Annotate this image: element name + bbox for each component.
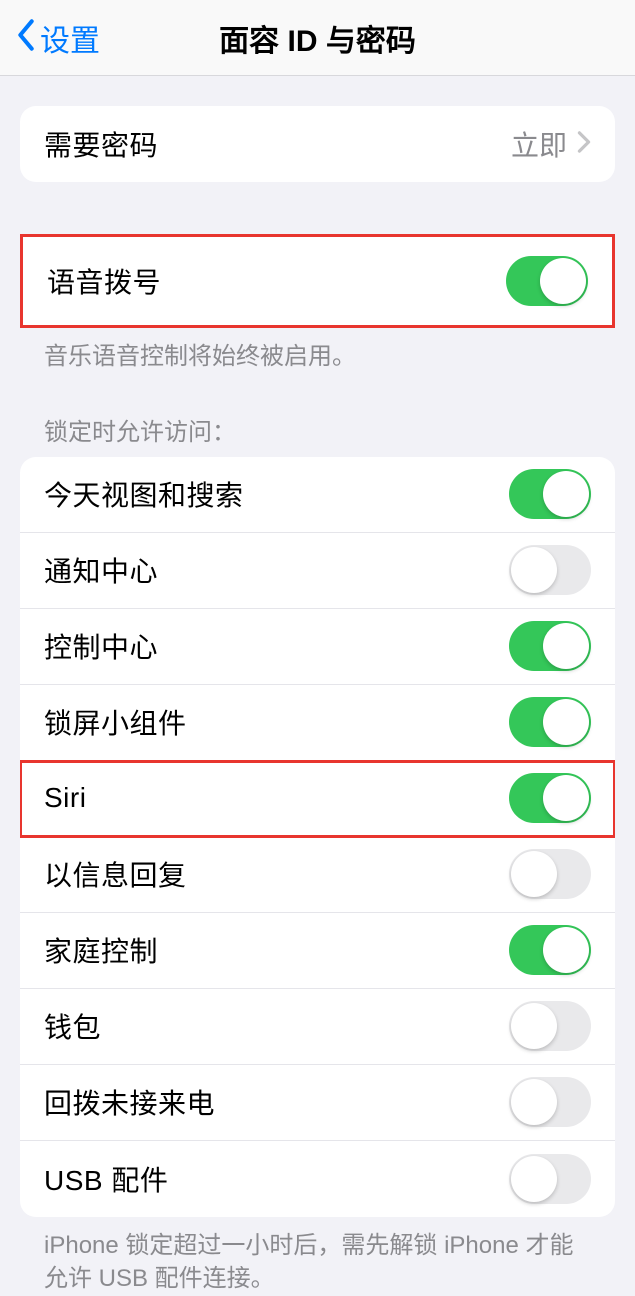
allow-access-toggle[interactable]	[509, 1154, 591, 1204]
voice-dial-section: 语音拨号	[20, 234, 615, 328]
allow-access-row: 回拨未接来电	[20, 1065, 615, 1141]
voice-dial-toggle[interactable]	[506, 256, 588, 306]
toggle-knob	[511, 1079, 557, 1125]
allow-access-label: 以信息回复	[44, 854, 187, 894]
voice-dial-label: 语音拨号	[47, 261, 161, 301]
allow-access-label: 锁屏小组件	[44, 702, 187, 742]
allow-access-toggle[interactable]	[509, 621, 591, 671]
allow-access-toggle[interactable]	[509, 925, 591, 975]
allow-access-toggle[interactable]	[509, 545, 591, 595]
toggle-knob	[511, 547, 557, 593]
page-title: 面容 ID 与密码	[219, 16, 416, 60]
allow-access-row: 今天视图和搜索	[20, 457, 615, 533]
allow-access-label: 通知中心	[44, 550, 158, 590]
allow-access-row: 锁屏小组件	[20, 685, 615, 761]
back-button[interactable]: 设置	[16, 16, 100, 60]
toggle-knob	[543, 623, 589, 669]
allow-access-toggle[interactable]	[509, 849, 591, 899]
allow-access-label: 钱包	[44, 1006, 101, 1046]
allow-access-label: 控制中心	[44, 626, 158, 666]
allow-access-row: 以信息回复	[20, 837, 615, 913]
require-passcode-section: 需要密码 立即	[20, 106, 615, 182]
toggle-knob	[543, 699, 589, 745]
allow-access-toggle[interactable]	[509, 1001, 591, 1051]
chevron-left-icon	[16, 18, 36, 58]
allow-access-toggle[interactable]	[509, 1077, 591, 1127]
voice-dial-footer: 音乐语音控制将始终被启用。	[20, 328, 615, 374]
toggle-knob	[511, 1156, 557, 1202]
allow-access-toggle[interactable]	[509, 697, 591, 747]
allow-access-label: USB 配件	[44, 1159, 168, 1199]
voice-dial-row: 语音拨号	[23, 237, 612, 325]
toggle-knob	[543, 775, 589, 821]
allow-access-row: 钱包	[20, 989, 615, 1065]
toggle-knob	[543, 927, 589, 973]
row-value-wrap: 立即	[511, 124, 591, 164]
toggle-knob	[540, 258, 586, 304]
allow-access-row: USB 配件	[20, 1141, 615, 1217]
allow-access-row: 家庭控制	[20, 913, 615, 989]
content: 需要密码 立即 语音拨号 音乐语音控制将始终被启用。 锁定时允许访问： 今天视图…	[0, 106, 635, 1296]
allow-access-label: 家庭控制	[44, 930, 158, 970]
toggle-knob	[511, 1003, 557, 1049]
allow-access-row: 通知中心	[20, 533, 615, 609]
toggle-knob	[511, 851, 557, 897]
allow-access-header: 锁定时允许访问：	[20, 374, 615, 457]
allow-access-row: Siri	[20, 761, 615, 837]
chevron-right-icon	[577, 131, 591, 158]
allow-access-label: 今天视图和搜索	[44, 474, 244, 514]
usb-footer: iPhone 锁定超过一小时后，需先解锁 iPhone 才能允许 USB 配件连…	[20, 1217, 615, 1296]
require-passcode-value: 立即	[511, 124, 567, 164]
allow-access-toggle[interactable]	[509, 469, 591, 519]
require-passcode-label: 需要密码	[44, 124, 158, 164]
navbar: 设置 面容 ID 与密码	[0, 0, 635, 76]
allow-access-list: 今天视图和搜索通知中心控制中心锁屏小组件 Siri 以信息回复家庭控制钱包回拨未接来…	[20, 457, 615, 1217]
toggle-knob	[543, 471, 589, 517]
back-label: 设置	[40, 16, 100, 60]
require-passcode-row[interactable]: 需要密码 立即	[20, 106, 615, 182]
allow-access-label: 回拨未接来电	[44, 1082, 215, 1122]
allow-access-row: 控制中心	[20, 609, 615, 685]
allow-access-toggle[interactable]	[509, 773, 591, 823]
allow-access-label: Siri	[44, 782, 86, 814]
